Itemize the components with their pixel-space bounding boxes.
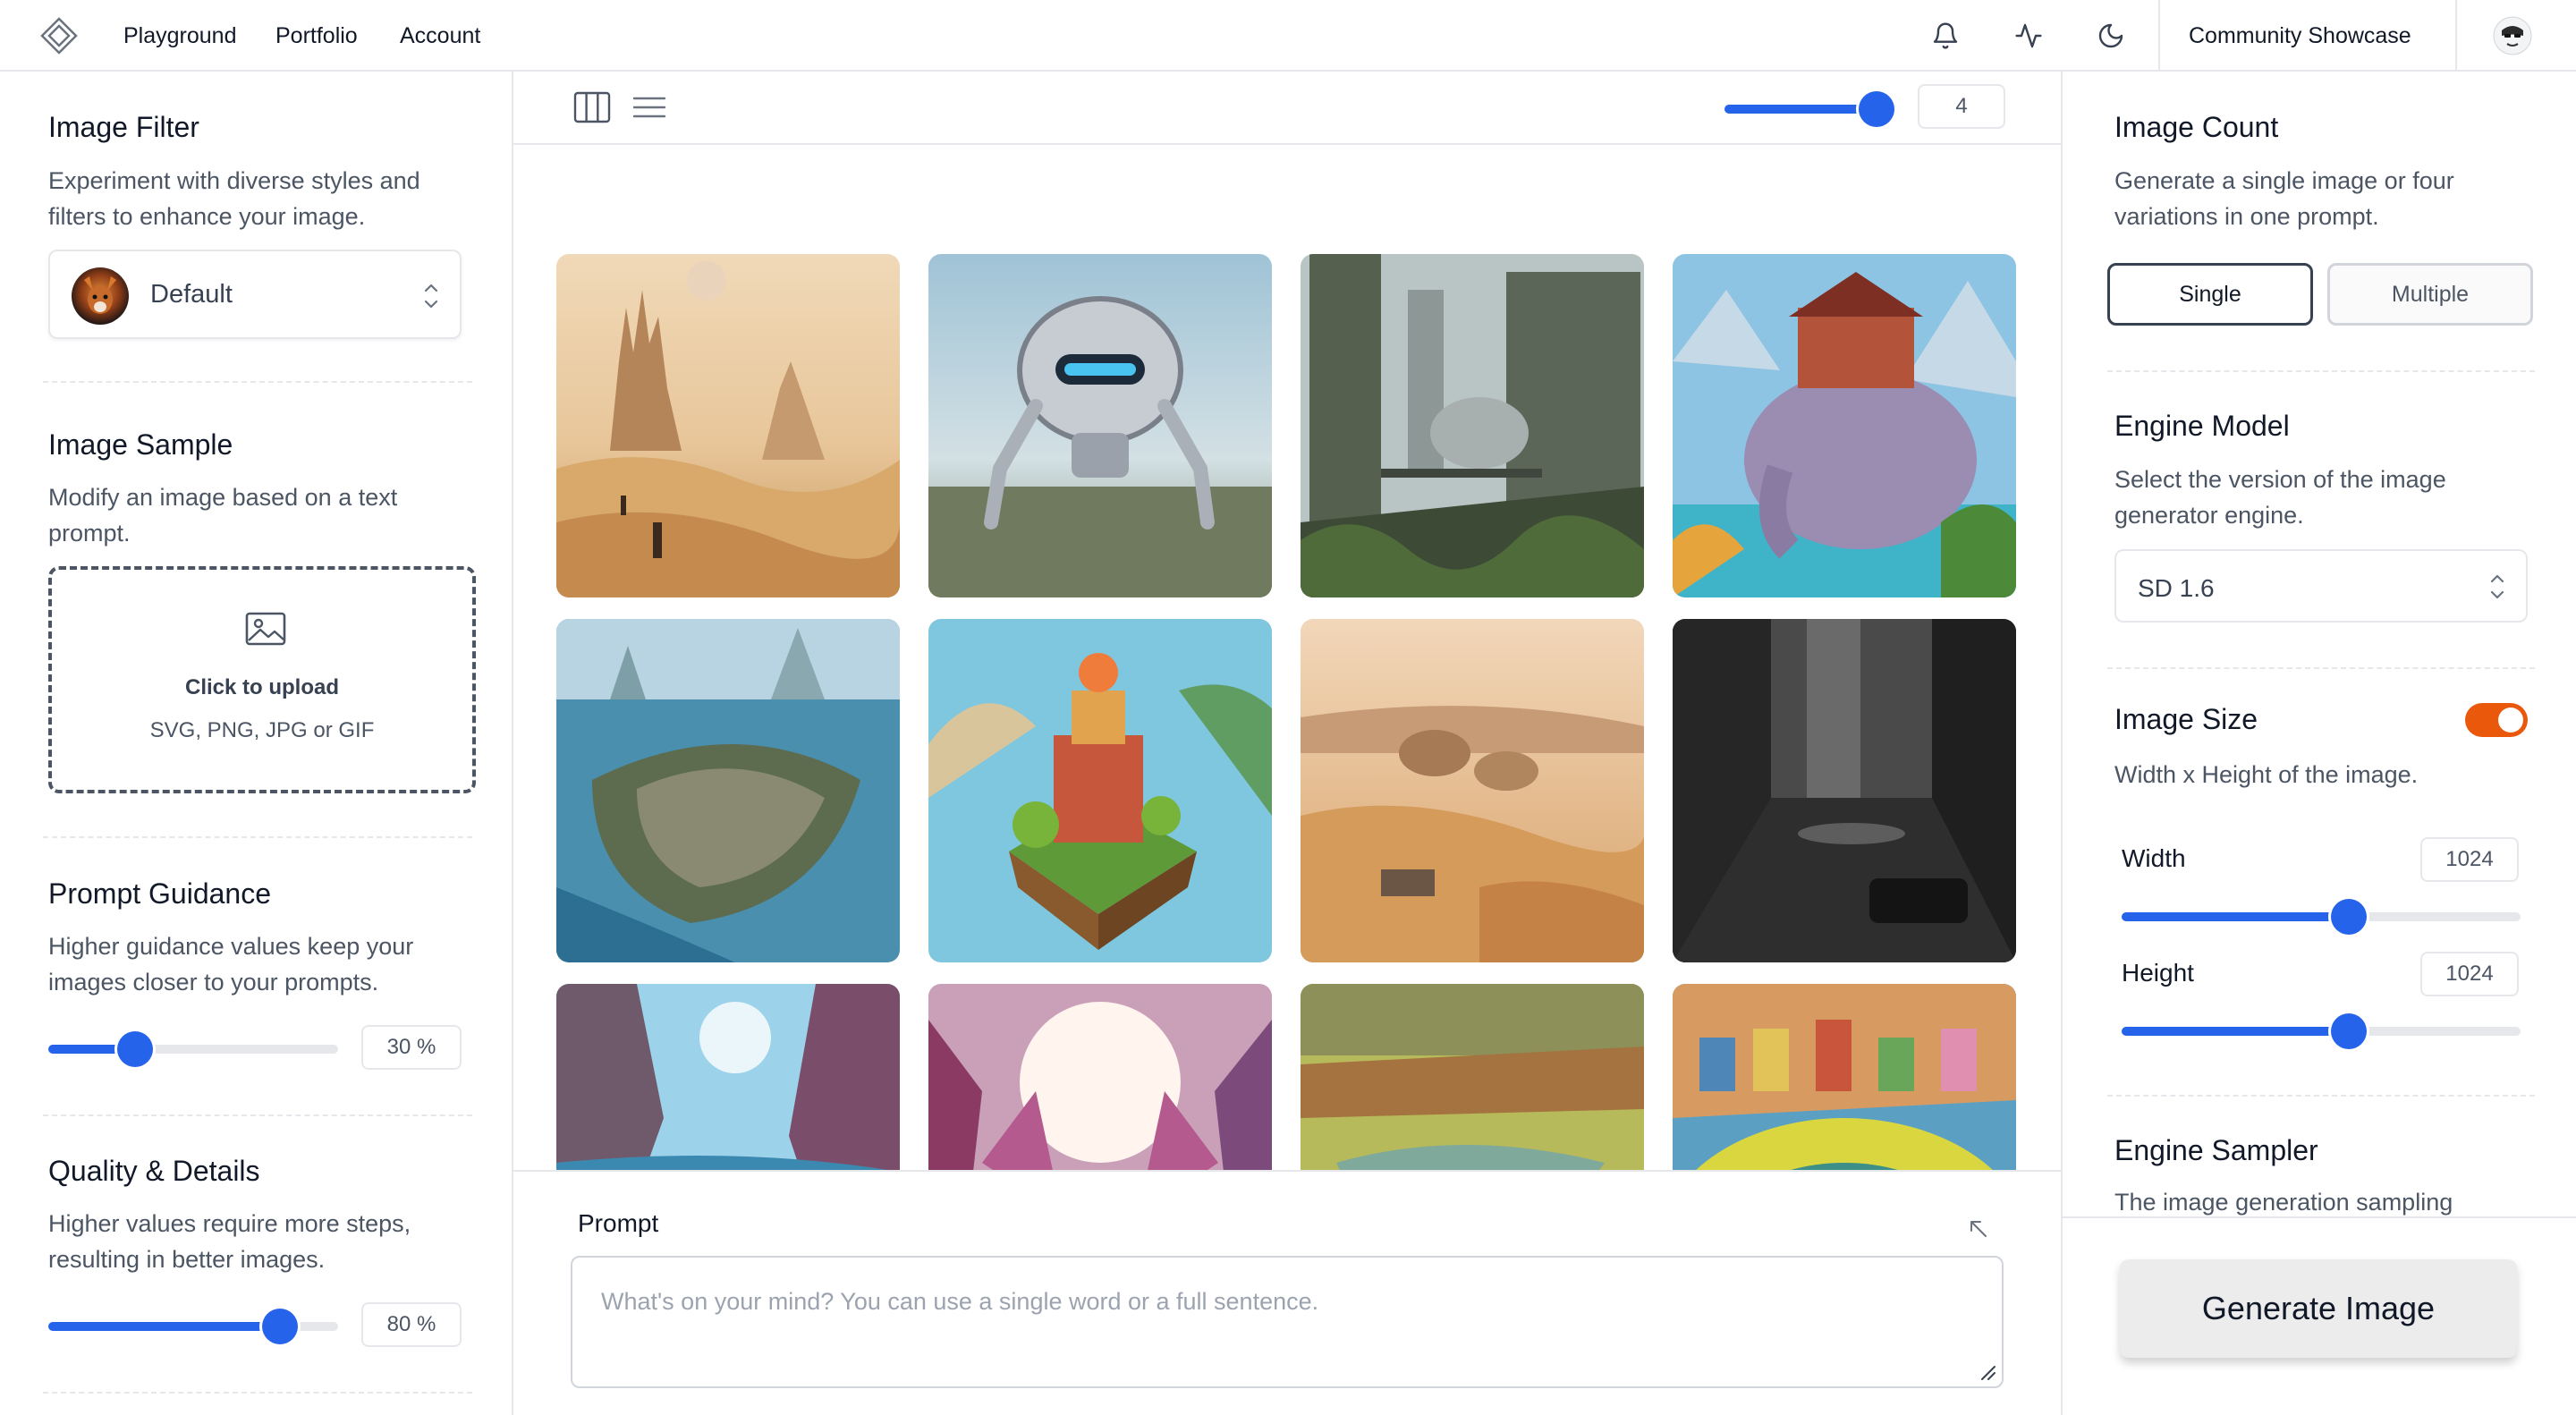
width-value[interactable]: 1024 [2420, 837, 2519, 882]
list-icon[interactable] [630, 88, 669, 127]
expand-icon[interactable] [1966, 1216, 1991, 1241]
engine-model-select[interactable]: SD 1.6 [2114, 549, 2528, 623]
image-size-description: Width x Height of the image. [2114, 761, 2419, 788]
engine-model-description: Select the version of the image generato… [2114, 466, 2446, 529]
prompt-guidance-title: Prompt Guidance [48, 877, 272, 910]
bell-icon[interactable] [1928, 18, 1963, 54]
slider-fill [48, 1322, 281, 1331]
engine-sampler-title: Engine Sampler [2114, 1134, 2318, 1166]
section-divider [43, 381, 472, 383]
quality-slider[interactable] [48, 1309, 338, 1344]
gallery-image[interactable] [1673, 254, 2016, 597]
height-slider[interactable] [2122, 1013, 2521, 1049]
logo-icon[interactable] [39, 16, 79, 55]
nav-divider [2455, 0, 2457, 72]
prompt-guidance-slider[interactable] [48, 1031, 338, 1067]
single-button[interactable]: Single [2107, 263, 2313, 326]
width-slider[interactable] [2122, 899, 2521, 935]
prompt-placeholder: What's on your mind? You can use a singl… [601, 1288, 1319, 1315]
slider-fill [2122, 1027, 2350, 1036]
quality-details-title: Quality & Details [48, 1155, 260, 1187]
image-filter-select[interactable]: Default [48, 250, 462, 339]
image-sample-title: Image Sample [48, 428, 233, 461]
image-sample-description: Modify an image based on a text prompt. [48, 484, 398, 547]
right-sidebar: Image Count Generate a single image or f… [2061, 72, 2576, 1415]
slider-thumb[interactable] [2331, 1013, 2368, 1049]
quality-details-description: Higher values require more steps, result… [48, 1210, 411, 1273]
prompt-panel: Prompt What's on your mind? You can use … [513, 1170, 2061, 1415]
upload-title: Click to upload [184, 675, 339, 699]
image-size-title: Image Size [2114, 703, 2258, 735]
image-count-title: Image Count [2114, 111, 2279, 143]
prompt-guidance-value[interactable]: 30 % [361, 1025, 462, 1070]
engine-model-title: Engine Model [2114, 410, 2290, 442]
prompt-label: Prompt [578, 1209, 659, 1237]
user-avatar[interactable] [2493, 16, 2532, 55]
multiple-button[interactable]: Multiple [2327, 263, 2533, 326]
generate-panel: Generate Image [2063, 1216, 2576, 1415]
image-gallery [513, 145, 2061, 1241]
section-divider [2107, 370, 2535, 372]
community-showcase-link[interactable]: Community Showcase [2189, 23, 2411, 49]
quality-value[interactable]: 80 % [361, 1302, 462, 1347]
chevron-updown-icon [2490, 574, 2504, 599]
section-divider [2107, 1095, 2535, 1097]
image-size-toggle[interactable] [2465, 703, 2528, 737]
prompt-guidance-description: Higher guidance values keep your images … [48, 933, 414, 996]
section-divider [2107, 667, 2535, 669]
section-divider [43, 1114, 472, 1116]
width-label: Width [2122, 844, 2186, 872]
gallery-image[interactable] [1673, 619, 2016, 962]
image-count-description: Generate a single image or four variatio… [2114, 167, 2454, 230]
resize-handle-icon[interactable] [1977, 1361, 1996, 1381]
gallery-image[interactable] [928, 254, 1272, 597]
activity-icon[interactable] [2011, 18, 2046, 54]
generate-image-button[interactable]: Generate Image [2120, 1259, 2517, 1358]
height-label: Height [2122, 959, 2194, 987]
filter-avatar [72, 267, 129, 325]
height-value[interactable]: 1024 [2420, 952, 2519, 996]
top-navbar: Playground Portfolio Account Community S… [0, 0, 2576, 72]
upload-formats: SVG, PNG, JPG or GIF [149, 718, 375, 742]
image-filter-value: Default [150, 280, 233, 309]
slider-thumb[interactable] [1859, 91, 1894, 127]
nav-link-account[interactable]: Account [400, 23, 480, 49]
image-filter-title: Image Filter [48, 111, 199, 143]
slider-fill [1724, 105, 1877, 114]
gallery-image[interactable] [1301, 254, 1644, 597]
columns-value[interactable]: 4 [1918, 84, 2005, 129]
gallery-image[interactable] [556, 254, 900, 597]
engine-sampler-description: The image generation sampling [2114, 1189, 2453, 1216]
columns-icon[interactable] [572, 88, 612, 127]
left-sidebar: Image Filter Experiment with diverse sty… [0, 72, 513, 1415]
gallery-image[interactable] [556, 619, 900, 962]
section-divider [43, 1392, 472, 1394]
image-upload-dropzone[interactable]: Click to upload SVG, PNG, JPG or GIF [48, 566, 476, 793]
slider-thumb[interactable] [262, 1309, 299, 1344]
chevron-updown-icon [424, 284, 438, 309]
slider-fill [2122, 912, 2350, 921]
section-divider [43, 836, 472, 838]
engine-model-value: SD 1.6 [2138, 574, 2215, 602]
moon-icon[interactable] [2093, 18, 2129, 54]
nav-divider [2158, 0, 2160, 72]
toggle-knob [2498, 708, 2523, 733]
slider-thumb[interactable] [117, 1031, 154, 1067]
image-filter-description: Experiment with diverse styles and filte… [48, 167, 420, 230]
image-icon [245, 612, 286, 646]
gallery-image[interactable] [1301, 619, 1644, 962]
nav-link-playground[interactable]: Playground [123, 23, 236, 49]
columns-slider[interactable] [1724, 91, 1894, 127]
prompt-textarea[interactable]: What's on your mind? You can use a singl… [571, 1256, 2004, 1388]
gallery-image[interactable] [928, 619, 1272, 962]
nav-link-portfolio[interactable]: Portfolio [275, 23, 358, 49]
slider-thumb[interactable] [2331, 899, 2368, 935]
main-content: 4 Prompt What's on your mind? You can us… [513, 72, 2061, 1415]
gallery-toolbar: 4 [513, 72, 2061, 145]
